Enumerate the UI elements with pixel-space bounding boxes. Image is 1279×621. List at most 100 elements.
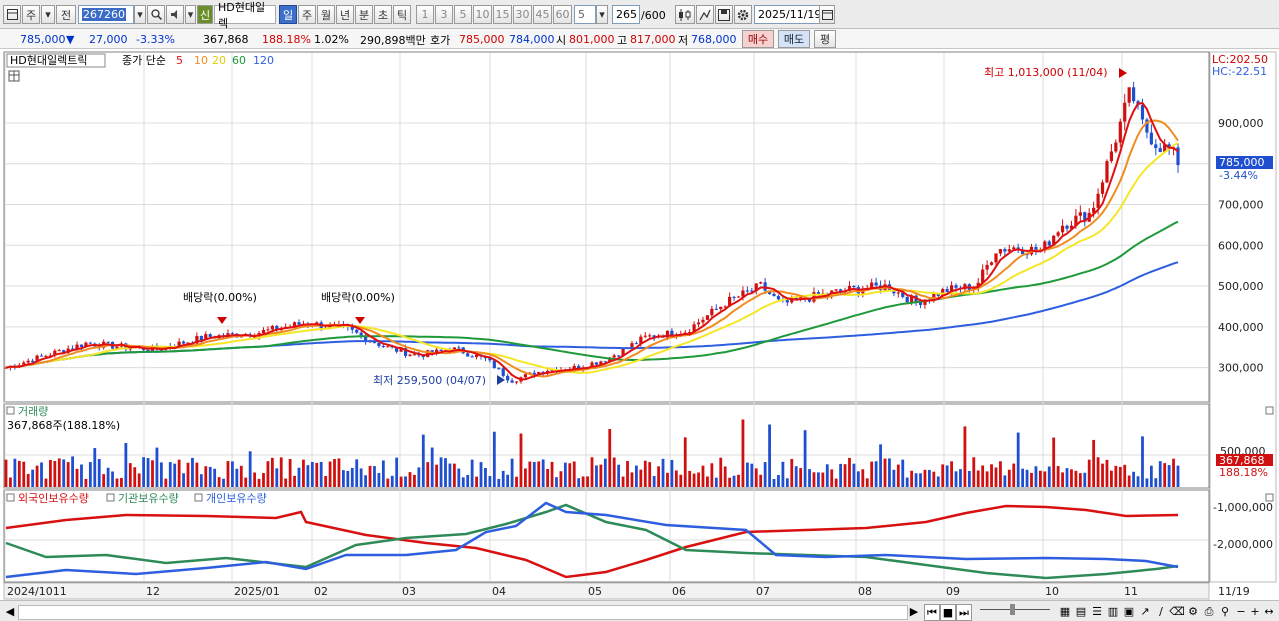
volume-bar <box>1123 464 1127 487</box>
count-input[interactable]: 265 <box>612 5 640 24</box>
volume-bar <box>874 461 878 487</box>
volume-bar <box>399 476 403 487</box>
date-input[interactable]: 2025/11/19 <box>754 5 821 24</box>
volume-bar <box>386 478 390 487</box>
eval-button[interactable]: 평 <box>814 30 836 48</box>
price-panel[interactable] <box>3 51 1210 403</box>
foreign-legend: 외국인보유수량 <box>18 492 89 505</box>
zoom-in-icon[interactable]: + <box>1248 604 1262 619</box>
minute-3-button[interactable]: 3 <box>435 5 453 24</box>
interval-input[interactable]: 5 <box>574 5 596 24</box>
panel-view-icon[interactable]: ▥ <box>1106 604 1120 619</box>
minute-60-button[interactable]: 60 <box>553 5 572 24</box>
scroll-track[interactable] <box>18 605 908 620</box>
volume-bar <box>843 464 847 487</box>
minute-1-button[interactable]: 1 <box>416 5 434 24</box>
search-icon[interactable] <box>147 5 165 24</box>
market-button[interactable]: 주 <box>22 5 40 24</box>
volume-bar <box>1038 470 1042 487</box>
period-second-tab[interactable]: 초 <box>374 5 392 24</box>
split-view-icon[interactable]: ▣ <box>1122 604 1136 619</box>
volume-bar <box>954 471 958 487</box>
period-tick-tab[interactable]: 틱 <box>393 5 411 24</box>
list-view-icon[interactable]: ☰ <box>1090 604 1104 619</box>
volume-bar <box>248 451 252 487</box>
first-page-icon[interactable]: ⏮ <box>924 604 940 621</box>
volume-bar <box>80 464 83 487</box>
volume-bar <box>959 469 962 487</box>
fit-icon[interactable]: ↔ <box>1262 604 1276 619</box>
volume-bar <box>608 429 612 487</box>
minute-30-button[interactable]: 30 <box>513 5 532 24</box>
volume-bar <box>759 474 763 487</box>
line-draw-icon[interactable]: ∕ <box>1154 604 1168 619</box>
period-minute-tab[interactable]: 분 <box>355 5 373 24</box>
market-dropdown-icon[interactable]: ▾ <box>41 5 55 24</box>
volume-bar <box>910 470 914 487</box>
down-arrow-icon: ▼ <box>66 33 75 46</box>
volume-bar <box>990 464 993 487</box>
calendar-icon[interactable] <box>819 5 835 24</box>
volume-bar <box>626 461 629 487</box>
last-page-icon[interactable]: ⏭ <box>956 604 972 621</box>
zoom-slider-handle[interactable] <box>1010 604 1015 615</box>
zoom-icon[interactable]: ⚲ <box>1218 604 1232 619</box>
holding-close-icon[interactable] <box>1265 493 1274 502</box>
volume-bar <box>452 463 456 487</box>
save-icon[interactable] <box>715 5 733 24</box>
stop-icon[interactable]: ■ <box>940 604 956 621</box>
minute-15-button[interactable]: 15 <box>493 5 512 24</box>
table-view-icon[interactable]: ▦ <box>1058 604 1072 619</box>
x-tick-label: 10 <box>1045 585 1059 598</box>
minute-10-button[interactable]: 10 <box>473 5 492 24</box>
minute-45-button[interactable]: 45 <box>533 5 552 24</box>
candle-body <box>648 335 652 337</box>
stock-chart[interactable]: HD현대일렉트릭 종가 단순 5 10 20 60 120 최고 1,013,0… <box>0 50 1279 600</box>
minute-5-button[interactable]: 5 <box>454 5 472 24</box>
volume-bar <box>373 466 376 487</box>
gear-icon[interactable]: ⚙ <box>1186 604 1200 619</box>
x-tick-label: 11 <box>1124 585 1138 598</box>
interval-dropdown-icon[interactable]: ▾ <box>596 5 608 24</box>
period-day-tab[interactable]: 일 <box>279 5 297 24</box>
volume-bar <box>643 460 647 487</box>
period-year-tab[interactable]: 년 <box>336 5 354 24</box>
candle-body <box>44 355 48 357</box>
scroll-left-icon[interactable]: ◀ <box>4 604 16 619</box>
volume-collapse-icon[interactable] <box>6 406 15 415</box>
erase-icon[interactable]: ⌫ <box>1169 604 1185 619</box>
grid-view-icon[interactable]: ▤ <box>1074 604 1088 619</box>
code-dropdown-icon[interactable]: ▾ <box>134 5 146 24</box>
volume-bar <box>1176 465 1180 487</box>
trend-draw-icon[interactable]: ↗ <box>1138 604 1152 619</box>
volume-bar <box>630 472 634 487</box>
print-icon[interactable]: ⎙ <box>1202 604 1216 619</box>
stock-code-input[interactable]: 267260 <box>78 5 134 24</box>
holding-panel[interactable] <box>3 489 1210 583</box>
draw-icon[interactable] <box>696 5 714 24</box>
volume-bar <box>62 459 66 487</box>
prev-button[interactable]: 전 <box>56 5 76 24</box>
volume-close-icon[interactable] <box>1265 406 1274 415</box>
volume-bar <box>728 477 732 487</box>
volume-bar <box>1141 436 1144 487</box>
current-price: 785,000 <box>20 33 66 46</box>
zoom-out-icon[interactable]: − <box>1234 604 1248 619</box>
period-week-tab[interactable]: 주 <box>298 5 316 24</box>
buy-button[interactable]: 매수 <box>742 30 774 48</box>
candle-body <box>1154 144 1158 149</box>
table-toggle-icon[interactable] <box>8 70 20 82</box>
holding-collapse-icon[interactable] <box>6 493 15 502</box>
volume-bar <box>927 469 931 487</box>
scroll-right-icon[interactable]: ▶ <box>908 604 920 619</box>
x-tick-label: 06 <box>672 585 686 598</box>
sell-button[interactable]: 매도 <box>778 30 810 48</box>
layout-icon[interactable] <box>3 5 21 24</box>
period-month-tab[interactable]: 월 <box>317 5 335 24</box>
speaker-dropdown-icon[interactable]: ▾ <box>185 5 196 24</box>
candle-chart-icon[interactable] <box>675 5 695 24</box>
zoom-slider[interactable] <box>980 609 1050 613</box>
speaker-icon[interactable] <box>166 5 184 24</box>
gear-icon[interactable] <box>734 5 752 24</box>
volume-bar <box>111 471 114 487</box>
